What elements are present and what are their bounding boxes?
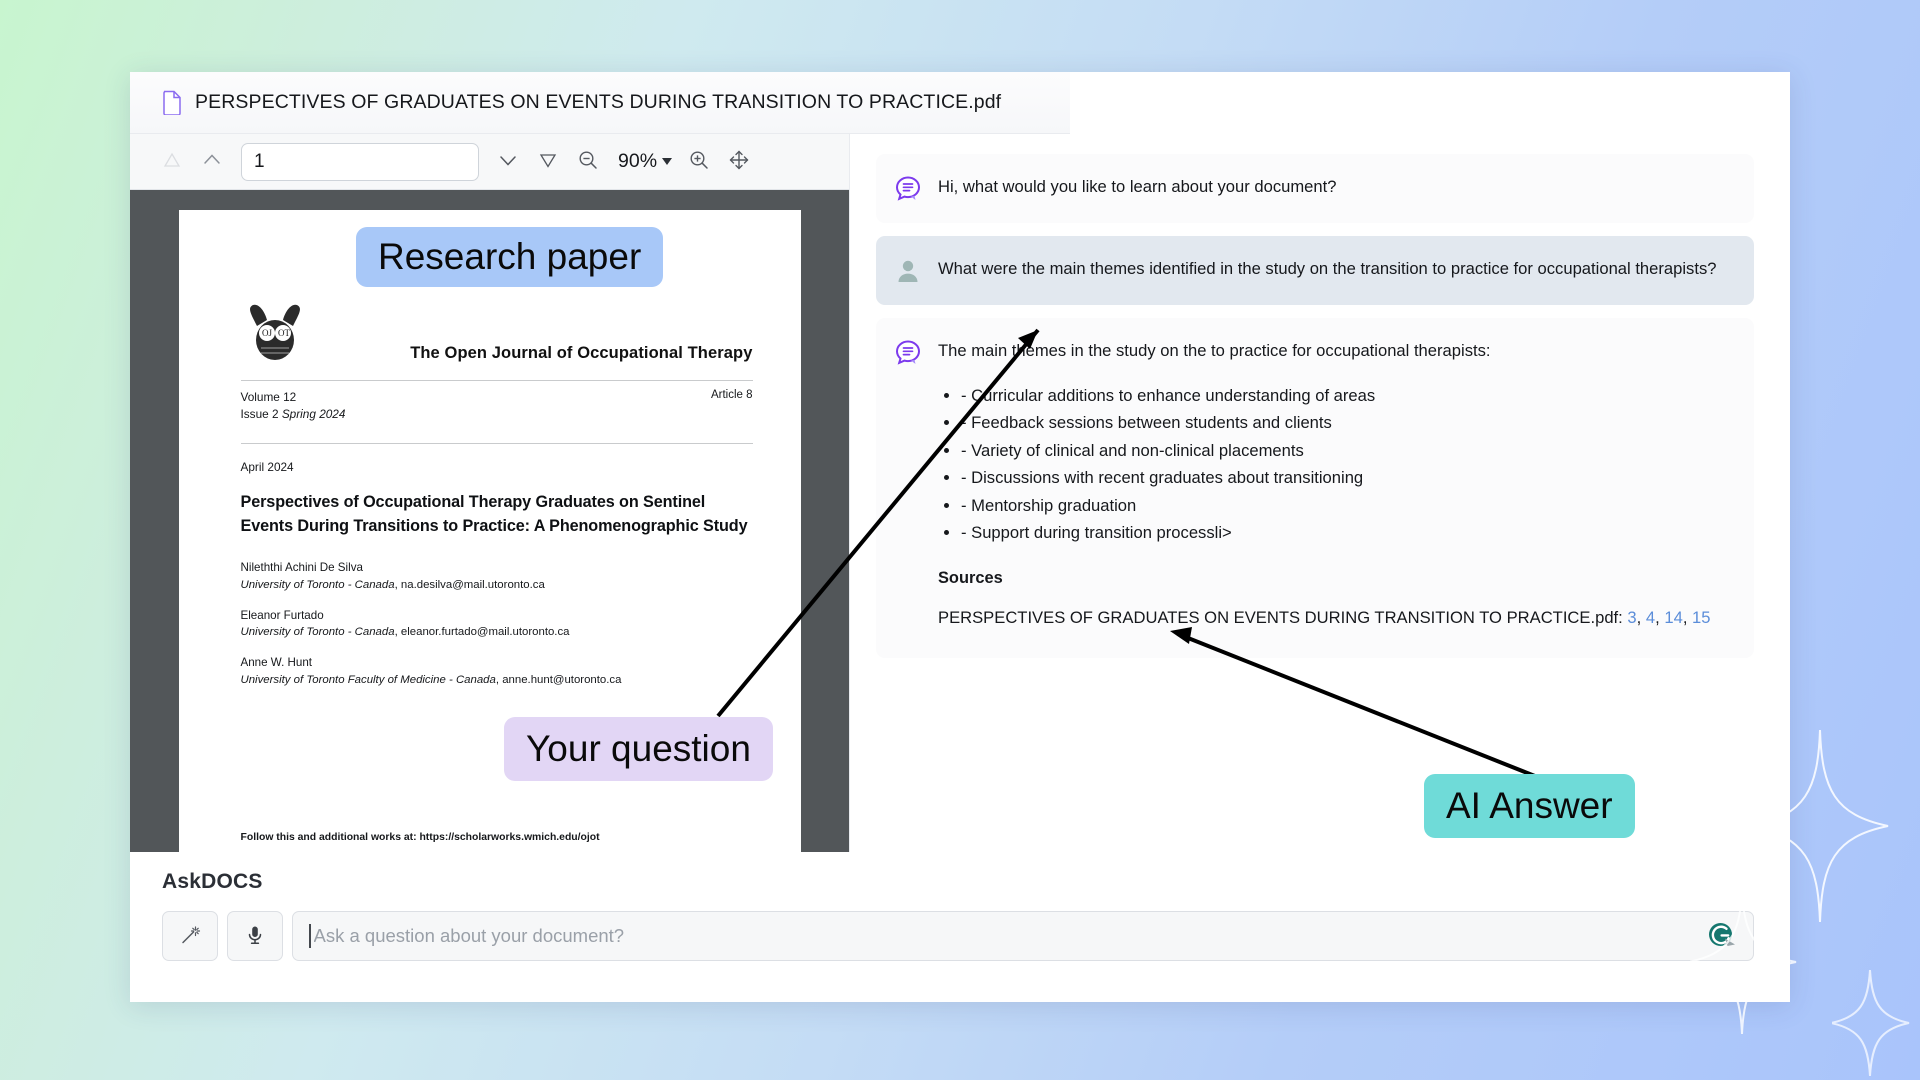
list-item: - Discussions with recent graduates abou… bbox=[961, 464, 1730, 492]
author-entry: Nileththi Achini De Silva University of … bbox=[241, 559, 753, 594]
document-titlebar: PERSPECTIVES OF GRADUATES ON EVENTS DURI… bbox=[130, 72, 1070, 134]
user-avatar-icon bbox=[894, 257, 922, 285]
pan-tool-button[interactable] bbox=[719, 142, 759, 182]
author-email: na.desilva@mail.utoronto.ca bbox=[400, 578, 545, 591]
ask-question-input[interactable] bbox=[313, 925, 1705, 947]
bot-document-icon bbox=[894, 339, 922, 367]
author-affiliation: University of Toronto Faculty of Medicin… bbox=[240, 673, 622, 686]
author-name: Anne W. Hunt bbox=[240, 656, 313, 670]
chat-pane: Hi, what would you like to learn about y… bbox=[850, 134, 1790, 852]
annotation-ai-answer: AI Answer bbox=[1424, 774, 1635, 838]
author-affiliation: University of Toronto - Canada, na.desil… bbox=[240, 578, 545, 591]
author-affiliation: University of Toronto - Canada, eleanor.… bbox=[240, 626, 570, 639]
previous-page-button[interactable] bbox=[192, 142, 232, 182]
user-question-text: What were the main themes identified in … bbox=[938, 259, 1717, 278]
source-page-link[interactable]: 4 bbox=[1646, 608, 1655, 627]
pdf-footer-text: Follow this and additional works at: htt… bbox=[240, 832, 600, 843]
magic-wand-icon bbox=[179, 924, 201, 949]
journal-logo: OJ OT The Open Journal of Occupational T… bbox=[241, 300, 753, 366]
list-item: - Variety of clinical and non-clinical p… bbox=[961, 437, 1730, 465]
zoom-in-button[interactable] bbox=[679, 142, 719, 182]
svg-text:OJ: OJ bbox=[261, 328, 271, 338]
text-cursor bbox=[309, 924, 311, 948]
zoom-out-icon bbox=[577, 149, 599, 174]
app-brand-name: AskDOCS bbox=[162, 870, 263, 893]
chevron-up-icon bbox=[201, 149, 223, 174]
source-page-link[interactable]: 15 bbox=[1692, 608, 1710, 627]
chevron-down-icon bbox=[497, 149, 519, 174]
first-page-button[interactable] bbox=[152, 142, 192, 182]
list-item: - Support during transition processli> bbox=[961, 519, 1730, 547]
author-entry: Anne W. Hunt University of Toronto Facul… bbox=[241, 654, 753, 689]
source-document-name: PERSPECTIVES OF GRADUATES ON EVENTS DURI… bbox=[938, 607, 1623, 627]
document-title: PERSPECTIVES OF GRADUATES ON EVENTS DURI… bbox=[195, 91, 1002, 113]
affiliation-text: University of Toronto Faculty of Medicin… bbox=[240, 673, 496, 686]
next-page-button[interactable] bbox=[488, 142, 528, 182]
sparkle-decoration bbox=[1832, 970, 1912, 1080]
message-body: What were the main themes identified in … bbox=[938, 256, 1730, 285]
sources-heading: Sources bbox=[938, 568, 1003, 587]
author-email: eleanor.furtado@mail.utoronto.ca bbox=[400, 626, 570, 639]
journal-name: The Open Journal of Occupational Therapy bbox=[410, 344, 753, 362]
message-body: The main themes in the study on the to p… bbox=[938, 338, 1730, 632]
annotation-research-paper: Research paper bbox=[356, 227, 664, 287]
divider bbox=[240, 443, 753, 445]
author-list: Nileththi Achini De Silva University of … bbox=[241, 559, 753, 689]
author-name: Eleanor Furtado bbox=[240, 608, 324, 622]
list-item: - Feedback sessions between students and… bbox=[961, 409, 1730, 437]
list-item: - Curricular additions to enhance unders… bbox=[961, 382, 1730, 410]
zoom-out-button[interactable] bbox=[568, 142, 608, 182]
chat-message-user: What were the main themes identified in … bbox=[876, 236, 1754, 305]
ask-question-field[interactable] bbox=[292, 911, 1754, 961]
magic-suggest-button[interactable] bbox=[162, 911, 218, 961]
article-number: Article 8 bbox=[710, 389, 753, 401]
chevron-down-icon bbox=[662, 158, 673, 165]
move-tool-icon bbox=[727, 148, 751, 175]
annotation-your-question: Your question bbox=[504, 717, 773, 781]
app-window: PERSPECTIVES OF GRADUATES ON EVENTS DURI… bbox=[130, 72, 1790, 1002]
volume-issue: Volume 12 Issue 2 Spring 2024 bbox=[241, 389, 346, 423]
volume-row: Volume 12 Issue 2 Spring 2024 Article 8 bbox=[241, 381, 753, 429]
answer-intro-text: The main themes in the study on the to p… bbox=[938, 341, 1491, 360]
composer-bar: AskDOCS bbox=[130, 852, 1790, 961]
greeting-text: Hi, what would you like to learn about y… bbox=[938, 177, 1337, 196]
svg-text:OT: OT bbox=[278, 328, 290, 338]
issue-season: Spring 2024 bbox=[281, 407, 346, 422]
volume-label: Volume 12 bbox=[240, 390, 297, 404]
last-page-button[interactable] bbox=[528, 142, 568, 182]
page-number-input[interactable] bbox=[241, 142, 479, 181]
grammarly-icon[interactable] bbox=[1705, 919, 1739, 953]
zoom-level-dropdown[interactable]: 90% bbox=[608, 150, 679, 173]
document-icon bbox=[162, 90, 182, 116]
triangle-down-icon bbox=[538, 150, 558, 173]
owl-logo-icon: OJ OT bbox=[249, 304, 300, 360]
bot-document-icon bbox=[894, 175, 922, 203]
issue-label: Issue 2 bbox=[240, 407, 282, 422]
triangle-up-icon bbox=[162, 150, 182, 173]
chat-message-greeting: Hi, what would you like to learn about y… bbox=[876, 154, 1754, 223]
voice-input-button[interactable] bbox=[227, 911, 283, 961]
source-page-link[interactable]: 3 bbox=[1627, 608, 1636, 627]
affiliation-text: University of Toronto - Canada bbox=[240, 578, 395, 591]
message-body: Hi, what would you like to learn about y… bbox=[938, 174, 1730, 203]
publication-date: April 2024 bbox=[240, 460, 294, 475]
chat-message-answer: The main themes in the study on the to p… bbox=[876, 318, 1754, 658]
paper-title: Perspectives of Occupational Therapy Gra… bbox=[240, 493, 748, 536]
microphone-icon bbox=[244, 924, 266, 949]
sources-body: PERSPECTIVES OF GRADUATES ON EVENTS DURI… bbox=[938, 607, 1711, 627]
author-name: Nileththi Achini De Silva bbox=[240, 561, 363, 575]
author-email: anne.hunt@utoronto.ca bbox=[502, 673, 622, 686]
source-page-link[interactable]: 14 bbox=[1664, 608, 1682, 627]
composer-input-row bbox=[162, 911, 1754, 961]
answer-bullet-list: - Curricular additions to enhance unders… bbox=[938, 382, 1730, 547]
list-item: - Mentorship graduation bbox=[961, 492, 1730, 520]
zoom-level-value: 90% bbox=[618, 150, 658, 172]
pdf-toolbar: 90% bbox=[130, 134, 849, 190]
zoom-in-icon bbox=[688, 149, 710, 174]
author-entry: Eleanor Furtado University of Toronto - … bbox=[241, 607, 753, 642]
affiliation-text: University of Toronto - Canada bbox=[240, 626, 395, 639]
